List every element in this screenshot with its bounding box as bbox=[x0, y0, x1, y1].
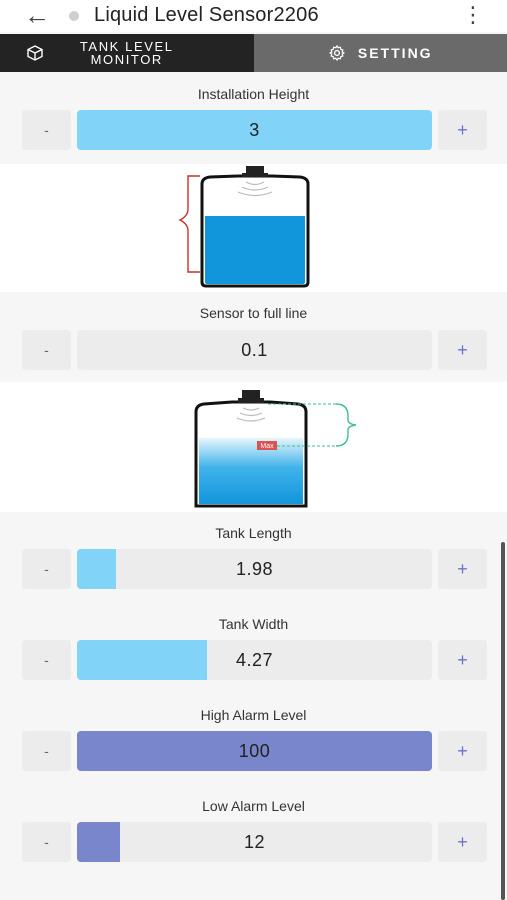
high-alarm-level-decrement-button[interactable]: - bbox=[22, 731, 71, 771]
page-title: Liquid Level Sensor2206 bbox=[94, 4, 319, 26]
status-dot bbox=[69, 11, 79, 21]
tank-length-decrement-button[interactable]: - bbox=[22, 549, 71, 589]
tank-height-illustration bbox=[178, 166, 310, 288]
tank-length-label: Tank Length bbox=[215, 525, 292, 541]
tank-width-slider[interactable]: 4.27 bbox=[77, 640, 432, 680]
tank-width-decrement-button[interactable]: - bbox=[22, 640, 71, 680]
tab-bar: TANK LEVEL MONITOR SETTING bbox=[0, 34, 507, 72]
high-alarm-level-increment-button[interactable]: + bbox=[438, 731, 487, 771]
app-bar: ← Liquid Level Sensor2206 ⋮ bbox=[0, 0, 507, 32]
tab-label: SETTING bbox=[357, 45, 433, 61]
tank-length-section: Tank Length - 1.98 + bbox=[0, 512, 507, 603]
sensor-to-full-line-stepper: - 0.1 + bbox=[22, 330, 487, 370]
cube-icon bbox=[27, 45, 43, 61]
installation-height-diagram bbox=[0, 164, 507, 292]
tank-max-illustration: Max bbox=[194, 390, 357, 508]
installation-height-value: 3 bbox=[249, 120, 260, 140]
sensor-to-full-line-increment-button[interactable]: + bbox=[438, 330, 487, 370]
tank-length-value: 1.98 bbox=[235, 559, 274, 579]
low-alarm-level-decrement-button[interactable]: - bbox=[22, 822, 71, 862]
tank-width-stepper: - 4.27 + bbox=[22, 640, 487, 680]
tank-length-slider[interactable]: 1.98 bbox=[77, 549, 432, 589]
tank-width-increment-button[interactable]: + bbox=[438, 640, 487, 680]
installation-height-stepper: - 3 + bbox=[22, 110, 487, 150]
tank-width-section: Tank Width - 4.27 + bbox=[0, 603, 507, 694]
high-alarm-level-value: 100 bbox=[238, 741, 271, 761]
high-alarm-level-label: High Alarm Level bbox=[200, 707, 307, 723]
tank-width-value: 4.27 bbox=[235, 650, 274, 670]
sensor-to-full-line-decrement-button[interactable]: - bbox=[22, 330, 71, 370]
high-alarm-level-slider[interactable]: 100 bbox=[77, 731, 432, 771]
installation-height-label: Installation Height bbox=[197, 86, 310, 102]
max-marker-label: Max bbox=[260, 443, 274, 450]
low-alarm-level-label: Low Alarm Level bbox=[202, 798, 305, 814]
installation-height-section: Installation Height - 3 + bbox=[0, 72, 507, 164]
high-alarm-level-section: High Alarm Level - 100 + bbox=[0, 694, 507, 785]
sensor-to-full-line-label: Sensor to full line bbox=[199, 305, 308, 321]
low-alarm-level-section: Low Alarm Level - 12 + bbox=[0, 785, 507, 900]
low-alarm-level-value: 12 bbox=[243, 832, 266, 852]
installation-height-decrement-button[interactable]: - bbox=[22, 110, 71, 150]
tab-tank-level-monitor[interactable]: TANK LEVEL MONITOR bbox=[0, 34, 254, 72]
back-arrow-icon[interactable]: ← bbox=[24, 2, 50, 28]
low-alarm-level-stepper: - 12 + bbox=[22, 822, 487, 862]
settings-content: Installation Height - 3 + Sensor to full… bbox=[0, 72, 507, 900]
low-alarm-level-increment-button[interactable]: + bbox=[438, 822, 487, 862]
high-alarm-level-stepper: - 100 + bbox=[22, 731, 487, 771]
low-alarm-level-slider[interactable]: 12 bbox=[77, 822, 432, 862]
tank-length-stepper: - 1.98 + bbox=[22, 549, 487, 589]
more-vert-icon[interactable]: ⋮ bbox=[462, 4, 484, 26]
sensor-to-full-line-slider[interactable]: 0.1 bbox=[77, 330, 432, 370]
sensor-full-line-diagram: Max bbox=[0, 382, 507, 512]
tab-setting[interactable]: SETTING bbox=[253, 34, 507, 72]
installation-height-increment-button[interactable]: + bbox=[438, 110, 487, 150]
gear-icon bbox=[329, 45, 345, 61]
vertical-scrollbar[interactable] bbox=[501, 542, 505, 900]
installation-height-slider[interactable]: 3 bbox=[77, 110, 432, 150]
sensor-to-full-line-value: 0.1 bbox=[241, 340, 268, 360]
tab-label: TANK LEVEL MONITOR bbox=[79, 39, 174, 67]
sensor-to-full-line-section: Sensor to full line - 0.1 + bbox=[0, 292, 507, 382]
tank-width-label: Tank Width bbox=[218, 616, 289, 632]
tank-length-increment-button[interactable]: + bbox=[438, 549, 487, 589]
